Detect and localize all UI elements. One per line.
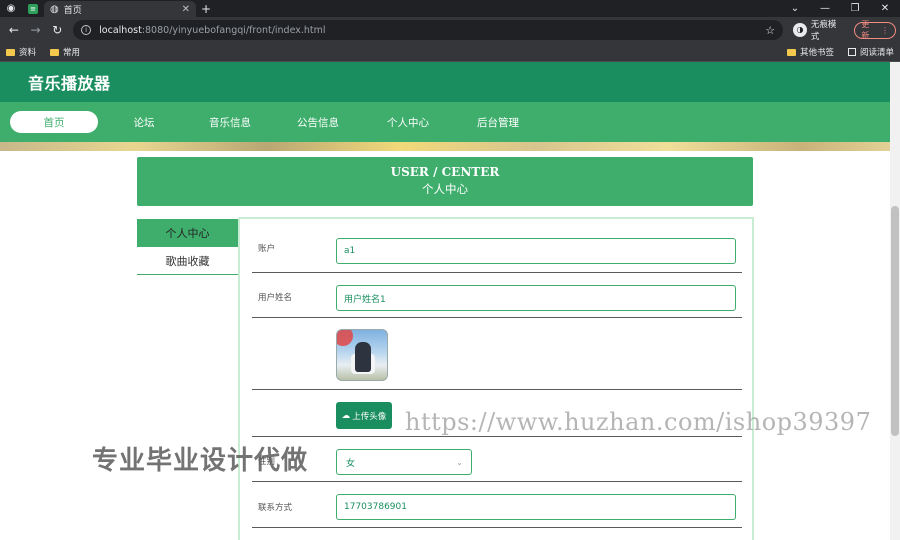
form-row-avatar (252, 318, 742, 390)
side-menu: 个人中心 歌曲收藏 (137, 219, 238, 275)
main-nav: 首页 论坛 音乐信息 公告信息 个人中心 后台管理 (0, 102, 890, 142)
update-label: 更新 (861, 20, 870, 40)
form-row-username: 用户姓名 用户姓名1 (252, 273, 742, 318)
incognito-label: 无痕模式 (810, 20, 837, 42)
username-input[interactable]: 用户姓名1 (336, 285, 736, 311)
info-icon[interactable]: i (81, 25, 92, 35)
banner-image (0, 142, 890, 151)
upload-label: 上传头像 (352, 411, 387, 422)
restore-icon[interactable]: ❐ (840, 0, 870, 17)
tab-search-icon[interactable]: ◉ (0, 0, 22, 17)
bookmark-star-icon[interactable]: ☆ (765, 24, 775, 37)
globe-icon: ◍ (50, 3, 59, 15)
forward-icon[interactable]: → (26, 20, 46, 40)
browser-toolbar: ← → ↻ i localhost:8080/yinyuebofangqi/fr… (0, 17, 900, 43)
scrollbar-thumb[interactable] (891, 206, 899, 436)
site-header: 音乐播放器 (0, 62, 890, 102)
bookmark-label: 阅读清单 (859, 48, 894, 58)
heading-en: USER / CENTER (390, 165, 500, 179)
browser-tab-bar: ◉ ≡ ◍ 首页 ✕ + ⌄ — ❐ ✕ (0, 0, 900, 17)
back-icon[interactable]: ← (4, 20, 24, 40)
user-center-heading: USER / CENTER 个人中心 (137, 157, 753, 206)
account-label: 账户 (258, 244, 276, 254)
bookmark-label: 常用 (63, 48, 81, 58)
form-row-contact: 联系方式 17703786901 (252, 482, 742, 528)
incognito-indicator[interactable]: ◑ 无痕模式 (793, 18, 844, 42)
avatar-figure (355, 342, 371, 372)
gender-value: 女 (346, 458, 356, 469)
more-menu-icon: ⋮ (881, 25, 890, 35)
update-button[interactable]: 更新 ⋮ (854, 20, 897, 40)
heading-zh: 个人中心 (422, 182, 468, 196)
new-tab-button[interactable]: + (196, 0, 216, 17)
folder-icon (786, 48, 796, 56)
page-viewport: 音乐播放器 首页 论坛 音乐信息 公告信息 个人中心 后台管理 USER / C… (0, 62, 890, 540)
url-path: :8080/yinyuebofangqi/front/index.html (141, 24, 326, 36)
form-row-gender: 性别 女 ⌄ (252, 437, 742, 482)
bookmark-folder-ziliao[interactable]: 资料 (6, 46, 36, 58)
bookmark-folder-changyong[interactable]: 常用 (50, 46, 80, 58)
chevron-down-icon: ⌄ (456, 457, 463, 467)
reload-icon[interactable]: ↻ (47, 20, 67, 40)
nav-personal-center[interactable]: 个人中心 (366, 111, 450, 133)
sheet-icon: ≡ (28, 3, 38, 14)
folder-icon (50, 48, 60, 56)
bookmark-label: 其他书签 (799, 48, 834, 58)
other-bookmarks[interactable]: 其他书签 (786, 46, 834, 58)
nav-announcements[interactable]: 公告信息 (270, 111, 366, 133)
site-title: 音乐播放器 (28, 74, 111, 93)
close-tab-icon[interactable]: ✕ (182, 4, 190, 15)
upload-avatar-button[interactable]: ☁ 上传头像 (336, 402, 392, 429)
gender-select[interactable]: 女 ⌄ (336, 449, 472, 475)
avatar-cursor-dot (337, 330, 353, 346)
nav-forum[interactable]: 论坛 (98, 111, 190, 133)
tab-title: 首页 (63, 5, 82, 16)
watermark-zh: 专业毕业设计代做 (92, 446, 309, 476)
active-tab[interactable]: ◍ 首页 ✕ (44, 1, 196, 17)
contact-input[interactable]: 17703786901 (336, 494, 736, 520)
username-label: 用户姓名 (258, 293, 293, 303)
bookmarks-bar: 资料 常用 其他书签 阅读清单 (0, 43, 900, 62)
url-host: localhost (99, 24, 142, 36)
reading-list-icon (847, 48, 856, 56)
bookmark-label: 资料 (19, 48, 37, 58)
address-bar[interactable]: i localhost:8080/yinyuebofangqi/front/in… (73, 20, 784, 40)
incognito-icon: ◑ (793, 23, 807, 37)
form-row-next (252, 528, 742, 540)
page-scrollbar[interactable] (890, 62, 900, 540)
side-item-song-favorites[interactable]: 歌曲收藏 (137, 247, 238, 275)
form-row-account: 账户 a1 (252, 221, 742, 273)
contact-label: 联系方式 (258, 503, 293, 513)
reading-list[interactable]: 阅读清单 (847, 46, 894, 58)
window-controls: ⌄ — ❐ ✕ (780, 0, 900, 17)
profile-form: 账户 a1 用户姓名 用户姓名1 ☁ 上传头像 性别 女 ⌄ 联系方式 1770… (238, 217, 754, 540)
folder-icon (6, 48, 15, 56)
pinned-tab[interactable]: ≡ (22, 0, 44, 17)
side-item-personal-center[interactable]: 个人中心 (137, 219, 238, 247)
account-input[interactable]: a1 (336, 238, 736, 264)
close-window-icon[interactable]: ✕ (870, 0, 900, 17)
cloud-upload-icon: ☁ (341, 410, 351, 421)
minimize-icon[interactable]: — (810, 0, 840, 17)
watermark-url: https://www.huzhan.com/ishop39397 (405, 408, 872, 436)
nav-admin[interactable]: 后台管理 (450, 111, 546, 133)
nav-home[interactable]: 首页 (10, 111, 98, 133)
avatar-image (336, 329, 388, 381)
tab-list-icon[interactable]: ⌄ (780, 0, 810, 17)
nav-music-info[interactable]: 音乐信息 (190, 111, 270, 133)
